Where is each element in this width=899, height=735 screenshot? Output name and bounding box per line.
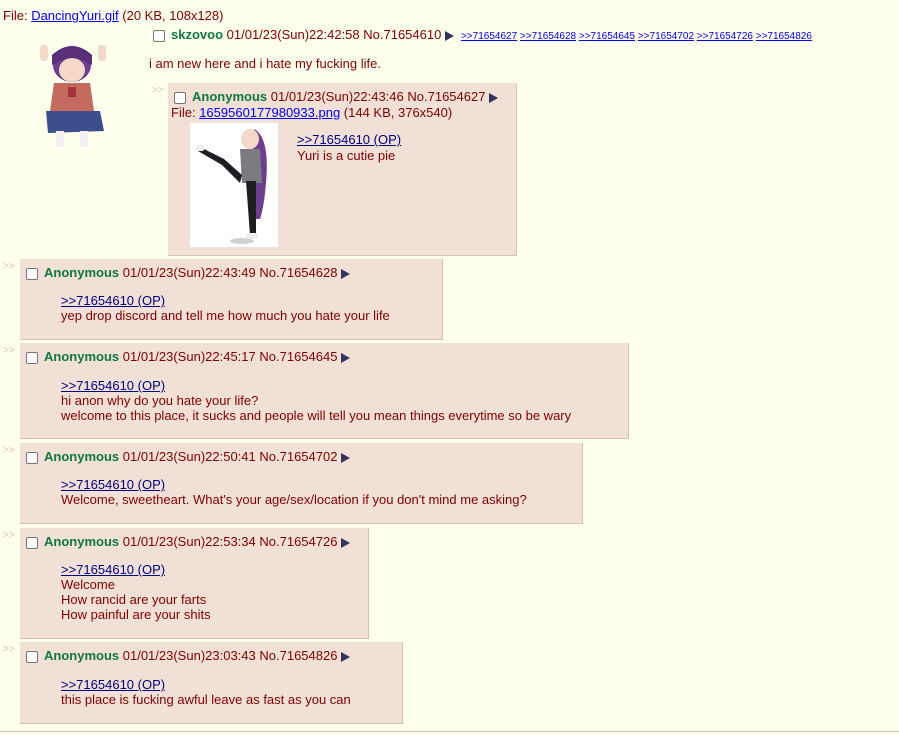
post-number[interactable]: No.71654627 xyxy=(407,89,485,104)
poster-name: Anonymous xyxy=(44,349,120,364)
post-menu-arrow-icon[interactable] xyxy=(341,268,351,279)
reply-arrows: >> xyxy=(3,644,15,655)
reply-message-line: yep drop discord and tell me how much yo… xyxy=(61,308,390,323)
reply-arrows: >> xyxy=(3,530,15,541)
poster-name: Anonymous xyxy=(44,449,120,464)
op-datetime: 01/01/23(Sun)22:42:58 xyxy=(226,27,360,42)
op-post-info: skzovoo 01/01/23(Sun)22:42:58 No.7165461… xyxy=(153,27,812,42)
post-number[interactable]: No.71654726 xyxy=(259,534,337,549)
reply-post-71654826: Anonymous 01/01/23(Sun)23:03:43 No.71654… xyxy=(20,642,403,724)
post-number[interactable]: No.71654826 xyxy=(259,648,337,663)
reply-message-line: hi anon why do you hate your life? xyxy=(61,393,259,408)
reply-quote-link[interactable]: >>71654610 (OP) xyxy=(297,132,401,147)
reply-select-checkbox[interactable] xyxy=(26,351,38,364)
reply-message-line: welcome to this place, it sucks and peop… xyxy=(61,408,572,423)
reply-select-checkbox[interactable] xyxy=(26,451,38,464)
reply-quote-link[interactable]: >>71654610 (OP) xyxy=(61,378,165,393)
op-thumbnail[interactable] xyxy=(20,25,128,153)
reply-message-line: How rancid are your farts xyxy=(61,592,207,607)
post-datetime: 01/01/23(Sun)22:50:41 xyxy=(122,449,256,464)
backlink-3[interactable]: >>71654645 xyxy=(579,31,635,42)
reply-thumbnail[interactable] xyxy=(190,123,278,247)
op-file-info: File: DancingYuri.gif (20 KB, 108x128) xyxy=(3,8,224,23)
reply-message: >>71654610 (OP) yep drop discord and tel… xyxy=(61,293,390,323)
reply-post-71654726: Anonymous 01/01/23(Sun)22:53:34 No.71654… xyxy=(20,528,369,639)
op-backlinks: >>71654627 >>71654628 >>71654645 >>71654… xyxy=(461,31,812,42)
dancing-yuri-image xyxy=(20,25,128,153)
reply-message: >>71654610 (OP) hi anon why do you hate … xyxy=(61,378,571,423)
op-post-number[interactable]: No.71654610 xyxy=(363,27,441,42)
reply-quote-link[interactable]: >>71654610 (OP) xyxy=(61,677,165,692)
poster-name: Anonymous xyxy=(44,265,120,280)
reply-arrows: >> xyxy=(3,345,15,356)
reply-quote-link[interactable]: >>71654610 (OP) xyxy=(61,477,165,492)
reply-message-line: Welcome, sweetheart. What's your age/sex… xyxy=(61,492,527,507)
post-datetime: 01/01/23(Sun)22:43:46 xyxy=(270,89,404,104)
op-select-checkbox[interactable] xyxy=(153,29,165,42)
op-poster-name: skzovoo xyxy=(171,27,224,42)
yuri-kick-image xyxy=(190,123,278,247)
reply-arrows: >> xyxy=(152,85,164,96)
reply-quote-link[interactable]: >>71654610 (OP) xyxy=(61,562,165,577)
post-menu-arrow-icon[interactable] xyxy=(341,452,351,463)
reply-select-checkbox[interactable] xyxy=(26,536,38,549)
reply-message-line: Welcome xyxy=(61,577,115,592)
post-datetime: 01/01/23(Sun)22:45:17 xyxy=(122,349,256,364)
post-datetime: 01/01/23(Sun)23:03:43 xyxy=(122,648,256,663)
op-message: i am new here and i hate my fucking life… xyxy=(149,56,381,71)
post-menu-arrow-icon[interactable] xyxy=(341,651,351,662)
reply-select-checkbox[interactable] xyxy=(174,91,186,104)
backlink-1[interactable]: >>71654627 xyxy=(461,31,517,42)
reply-message-line: How painful are your shits xyxy=(61,607,211,622)
reply-message: >>71654610 (OP) Welcome How rancid are y… xyxy=(61,562,211,622)
reply-arrows: >> xyxy=(3,445,15,456)
reply-message-line: this place is fucking awful leave as fas… xyxy=(61,692,351,707)
reply-file-info: File: 1659560177980933.png (144 KB, 376x… xyxy=(171,105,453,120)
reply-file-link[interactable]: 1659560177980933.png xyxy=(199,105,340,120)
post-datetime: 01/01/23(Sun)22:53:34 xyxy=(122,534,256,549)
poster-name: Anonymous xyxy=(192,89,268,104)
reply-select-checkbox[interactable] xyxy=(26,267,38,280)
op-file-link[interactable]: DancingYuri.gif xyxy=(31,8,118,23)
post-datetime: 01/01/23(Sun)22:43:49 xyxy=(122,265,256,280)
reply-message: >>71654610 (OP) Welcome, sweetheart. Wha… xyxy=(61,477,527,507)
reply-quote-link[interactable]: >>71654610 (OP) xyxy=(61,293,165,308)
reply-post-71654645: Anonymous 01/01/23(Sun)22:45:17 No.71654… xyxy=(20,343,629,439)
reply-post-71654702: Anonymous 01/01/23(Sun)22:50:41 No.71654… xyxy=(20,443,583,524)
backlink-6[interactable]: >>71654826 xyxy=(756,31,812,42)
reply-message-line: Yuri is a cutie pie xyxy=(297,148,396,163)
post-menu-arrow-icon[interactable] xyxy=(341,537,351,548)
thread-divider xyxy=(0,731,899,732)
backlink-5[interactable]: >>71654726 xyxy=(697,31,753,42)
post-number[interactable]: No.71654702 xyxy=(259,449,337,464)
reply-arrows: >> xyxy=(3,261,15,272)
poster-name: Anonymous xyxy=(44,648,120,663)
post-number[interactable]: No.71654628 xyxy=(259,265,337,280)
post-menu-arrow-icon[interactable] xyxy=(341,352,351,363)
reply-message: >>71654610 (OP) this place is fucking aw… xyxy=(61,677,351,707)
reply-post-71654628: Anonymous 01/01/23(Sun)22:43:49 No.71654… xyxy=(20,259,443,340)
post-menu-arrow-icon[interactable] xyxy=(489,92,499,103)
post-number[interactable]: No.71654645 xyxy=(259,349,337,364)
reply-post-71654627: Anonymous 01/01/23(Sun)22:43:46 No.71654… xyxy=(168,83,517,256)
backlink-2[interactable]: >>71654628 xyxy=(520,31,576,42)
reply-select-checkbox[interactable] xyxy=(26,650,38,663)
op-menu-arrow-icon[interactable] xyxy=(445,30,455,41)
poster-name: Anonymous xyxy=(44,534,120,549)
backlink-4[interactable]: >>71654702 xyxy=(638,31,694,42)
